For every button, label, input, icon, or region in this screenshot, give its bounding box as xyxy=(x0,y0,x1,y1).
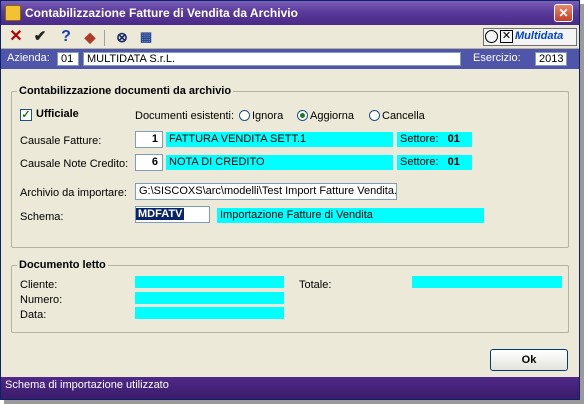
causale-fatture-desc: FATTURA VENDITA SETT.1 xyxy=(166,132,393,147)
data-label: Data: xyxy=(20,309,47,321)
schema-label: Schema: xyxy=(20,211,64,223)
brand-circle-icon xyxy=(485,30,498,43)
settore-value: 01 xyxy=(447,156,460,168)
causale-nc-label: Causale Note Credito: xyxy=(20,158,129,170)
schema-code: MDFATV xyxy=(136,208,185,220)
close-window-button[interactable]: ✕ xyxy=(554,4,573,22)
radio-aggiorna-label: Aggiorna xyxy=(310,110,355,122)
esercizio-value: 2013 xyxy=(535,52,567,66)
schema-input[interactable]: MDFATV xyxy=(135,206,210,223)
data-value xyxy=(135,307,284,319)
cliente-value xyxy=(135,276,284,288)
totale-value xyxy=(412,276,562,288)
group-documento-letto-title: Documento letto xyxy=(17,259,108,271)
brand-name: Multidata xyxy=(515,30,564,42)
archivio-input[interactable]: G:\SISCOXS\arc\modelli\Test Import Fattu… xyxy=(135,183,397,200)
group-contabilizzazione-title: Contabilizzazione documenti da archivio xyxy=(17,85,234,97)
causale-nc-settore-box: Settore: 01 xyxy=(397,155,472,170)
numero-label: Numero: xyxy=(20,294,63,306)
grid-tool-icon[interactable]: ▦ xyxy=(135,27,157,47)
settore-label: Settore: xyxy=(400,133,439,145)
tool-diamond-icon[interactable]: ◆ xyxy=(79,27,101,47)
esercizio-label: Esercizio: xyxy=(473,52,521,64)
causale-fatture-settore-box: Settore: 01 xyxy=(397,132,472,147)
radio-cancella-label: Cancella xyxy=(382,110,425,122)
totale-label: Totale: xyxy=(299,279,332,291)
window-title: Contabilizzazione Fatture di Vendita da … xyxy=(25,6,298,20)
schema-desc: Importazione Fatture di Vendita xyxy=(217,208,484,223)
cancel-icon[interactable]: ✕ xyxy=(5,27,27,47)
causale-fatture-code-input[interactable]: 1 xyxy=(135,131,163,148)
brand-x-icon: ✕ xyxy=(500,30,513,43)
radio-aggiorna[interactable] xyxy=(297,110,308,121)
documenti-esistenti-label: Documenti esistenti: xyxy=(135,110,235,122)
archivio-label: Archivio da importare: xyxy=(20,187,127,199)
settore-label: Settore: xyxy=(400,156,439,168)
radio-selected-dot xyxy=(300,113,305,118)
binoculars-icon[interactable]: ⊗ xyxy=(111,27,133,47)
help-icon[interactable]: ? xyxy=(55,27,77,47)
azienda-name: MULTIDATA S.r.L. xyxy=(83,52,461,66)
azienda-code: 01 xyxy=(57,52,79,66)
azienda-label: Azienda: xyxy=(7,52,50,64)
causale-nc-desc: NOTA DI CREDITO xyxy=(166,155,393,170)
app-icon xyxy=(5,5,21,21)
toolbar-separator xyxy=(104,30,105,46)
causale-fatture-label: Causale Fatture: xyxy=(20,135,102,147)
radio-ignora-label: Ignora xyxy=(252,110,284,122)
ufficiale-checkbox[interactable]: ✓ xyxy=(20,109,32,121)
cliente-label: Cliente: xyxy=(20,279,58,291)
ok-button[interactable]: Ok xyxy=(490,349,568,371)
causale-nc-code-input[interactable]: 6 xyxy=(135,154,163,171)
radio-cancella[interactable] xyxy=(369,110,380,121)
settore-value: 01 xyxy=(447,133,460,145)
status-text: Schema di importazione utilizzato xyxy=(5,379,169,391)
main-window: Contabilizzazione Fatture di Vendita da … xyxy=(0,0,580,400)
confirm-check-icon[interactable]: ✔ xyxy=(29,27,51,47)
numero-value xyxy=(135,292,284,304)
radio-ignora[interactable] xyxy=(239,110,250,121)
ufficiale-label: Ufficiale xyxy=(36,108,79,120)
